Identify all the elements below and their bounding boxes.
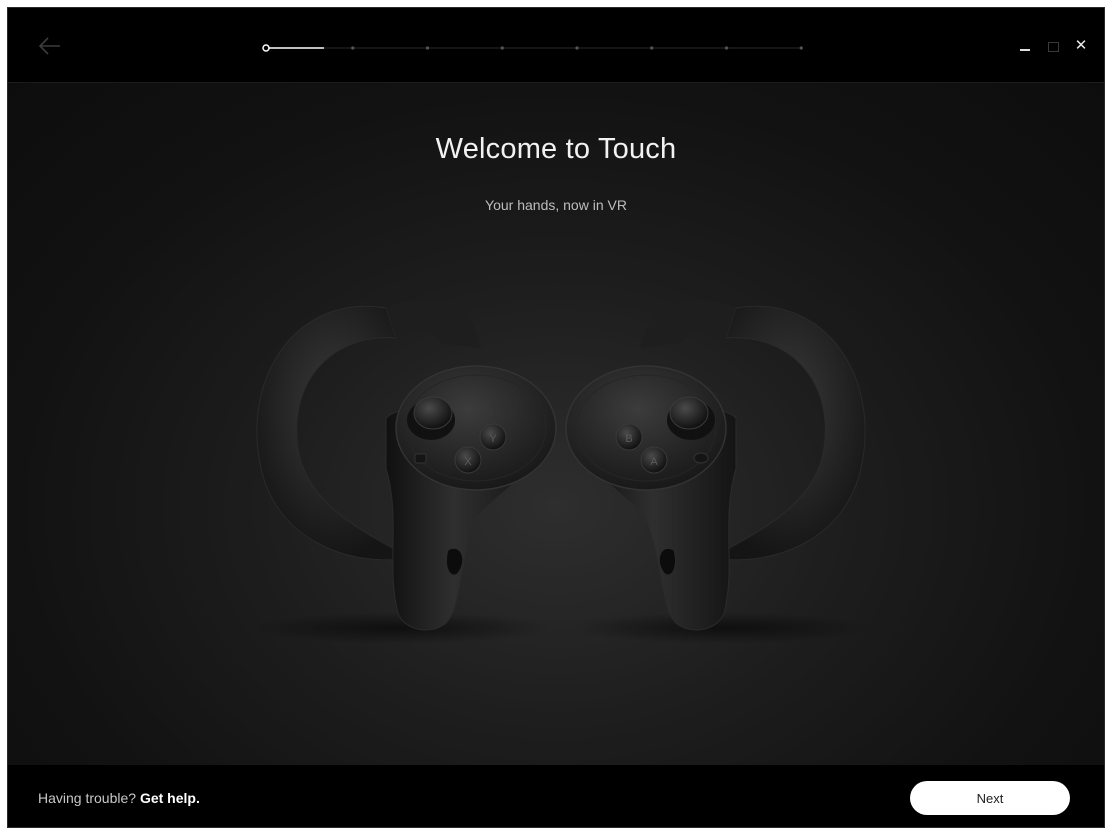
help-prompt: Having trouble? xyxy=(38,790,140,806)
page-subtitle: Your hands, now in VR xyxy=(485,197,627,213)
window-controls: ✕ xyxy=(1018,36,1088,56)
back-button[interactable] xyxy=(36,34,64,58)
minimize-icon[interactable] xyxy=(1018,39,1032,53)
stepper-dot xyxy=(351,46,355,50)
progress-stepper xyxy=(262,44,803,52)
stepper-dot xyxy=(799,46,803,50)
touch-controllers-image: Y X B A xyxy=(251,300,871,644)
b-button-label: B xyxy=(625,433,632,445)
x-button-label: X xyxy=(464,456,472,468)
stepper-dot xyxy=(500,46,504,50)
footer-bar: Having trouble? Get help. Next xyxy=(8,765,1104,827)
right-controller: B A xyxy=(565,300,866,631)
page-title: Welcome to Touch xyxy=(435,133,677,165)
a-button-label: A xyxy=(650,456,658,468)
stepper-dot xyxy=(425,46,430,50)
y-button-label: Y xyxy=(489,433,497,445)
setup-window: ✕ Welcome to Touch Your hands, now in VR xyxy=(7,7,1105,828)
title-bar: ✕ xyxy=(8,8,1104,83)
arrow-left-icon xyxy=(38,37,60,55)
main-content: Welcome to Touch Your hands, now in VR Y… xyxy=(8,83,1104,765)
stepper-dot xyxy=(575,46,579,50)
stepper-dot xyxy=(650,46,654,50)
left-controller: Y X xyxy=(256,300,557,631)
next-button[interactable]: Next xyxy=(910,781,1070,815)
maximize-icon[interactable] xyxy=(1046,39,1060,53)
get-help-link[interactable]: Get help. xyxy=(140,790,200,806)
stepper-dot xyxy=(724,46,729,50)
help-text: Having trouble? Get help. xyxy=(38,790,200,806)
stepper-dot-current xyxy=(262,44,270,52)
close-icon[interactable]: ✕ xyxy=(1074,38,1088,53)
